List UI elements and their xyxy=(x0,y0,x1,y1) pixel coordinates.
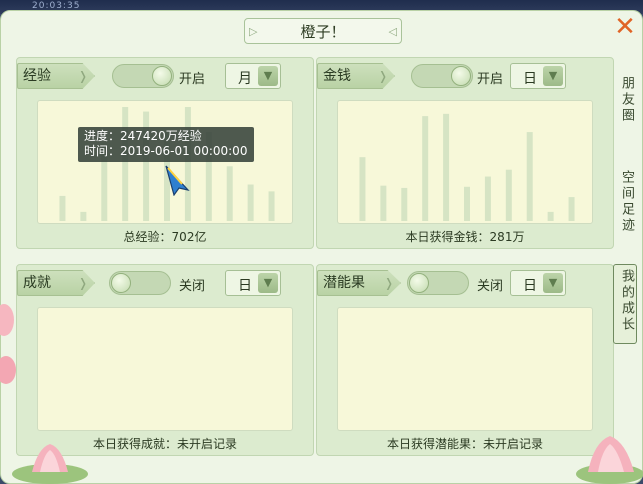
panel-potential-fruit: 潜能果 ❭ 关闭 日 ▼ 本日获得潜能果：未开启记录 xyxy=(316,264,614,456)
panel-experience-toggle-label: 开启 xyxy=(179,72,206,87)
chart-bar[interactable] xyxy=(268,191,275,221)
window-title: 橙子！ xyxy=(300,22,346,41)
chevron-down-icon[interactable]: ▼ xyxy=(543,273,563,293)
panel-money-toggle-label: 开启 xyxy=(477,72,504,87)
mouse-cursor-icon xyxy=(165,165,190,196)
chevron-right-icon: ❭ xyxy=(383,276,394,290)
panel-potential-fruit-toggle-label: 关闭 xyxy=(477,279,504,294)
experience-bar-chart xyxy=(59,107,275,221)
chevron-right-icon: ❭ xyxy=(77,69,88,83)
panel-achievement-label: 成就 xyxy=(23,275,51,291)
panel-money-chart xyxy=(337,100,593,224)
title-left-ornament-icon: ▷ xyxy=(249,25,258,38)
chart-bar[interactable] xyxy=(80,211,87,221)
chart-bar[interactable] xyxy=(484,176,491,221)
toggle-knob xyxy=(409,273,429,293)
toggle-knob xyxy=(111,273,131,293)
panel-money-label: 金钱 xyxy=(323,68,351,84)
panel-money-period-select[interactable]: 日 ▼ xyxy=(510,63,566,89)
panel-potential-fruit-toggle[interactable] xyxy=(407,271,469,295)
panel-potential-fruit-chart xyxy=(337,307,593,431)
money-bar-chart xyxy=(359,113,575,221)
window-title-tab: ▷ 橙子！ ◁ xyxy=(244,18,402,44)
chart-bar[interactable] xyxy=(247,184,254,221)
panel-experience-label: 经验 xyxy=(23,68,51,84)
chevron-down-icon[interactable]: ▼ xyxy=(258,273,278,293)
chevron-right-icon: ❭ xyxy=(77,276,88,290)
panel-money-summary: 本日获得金钱：281万 xyxy=(405,230,525,244)
chart-bar[interactable] xyxy=(380,185,387,221)
panel-achievement-period-select[interactable]: 日 ▼ xyxy=(225,270,281,296)
panel-money: 金钱 ❭ 开启 日 ▼ 本日获得金钱：281万 xyxy=(316,57,614,249)
panel-experience-period-select[interactable]: 月 ▼ xyxy=(225,63,281,89)
close-icon[interactable]: ✕ xyxy=(612,14,638,40)
chart-bar[interactable] xyxy=(122,107,129,221)
panel-experience-summary: 总经验：702亿 xyxy=(123,230,207,244)
panel-achievement-tag: 成就 ❭ xyxy=(17,270,95,296)
panel-potential-fruit-period-select[interactable]: 日 ▼ xyxy=(510,270,566,296)
chevron-right-icon: ❭ xyxy=(377,69,388,83)
tooltip-time: 时间：2019-06-01 00:00:00 xyxy=(84,144,248,158)
period-value: 日 xyxy=(523,278,537,294)
panel-money-toggle[interactable] xyxy=(411,64,473,88)
period-value: 日 xyxy=(238,278,252,294)
toggle-knob xyxy=(152,66,172,86)
panel-experience-toggle[interactable] xyxy=(112,64,174,88)
panel-potential-fruit-tag: 潜能果 ❭ xyxy=(317,270,401,296)
chart-bar[interactable] xyxy=(422,116,429,221)
panel-experience-chart xyxy=(37,100,293,224)
panel-achievement-toggle-label: 关闭 xyxy=(179,279,206,294)
lotus-decoration-icon xyxy=(0,304,16,384)
toggle-knob xyxy=(451,66,471,86)
lotus-flower-icon xyxy=(576,436,643,484)
side-tab-friends-circle[interactable]: 朋友圈 xyxy=(612,76,636,124)
chart-bar[interactable] xyxy=(359,157,366,221)
chevron-down-icon[interactable]: ▼ xyxy=(258,66,278,86)
title-right-ornament-icon: ◁ xyxy=(388,25,397,38)
chart-bar[interactable] xyxy=(59,195,66,221)
chart-bar[interactable] xyxy=(505,169,512,221)
panel-achievement: 成就 ❭ 关闭 日 ▼ 本日获得成就：未开启记录 xyxy=(16,264,314,456)
panel-potential-fruit-label: 潜能果 xyxy=(323,275,365,291)
chart-bar[interactable] xyxy=(464,186,470,221)
chart-bar[interactable] xyxy=(443,113,450,221)
chevron-down-icon[interactable]: ▼ xyxy=(543,66,563,86)
chart-bar[interactable] xyxy=(568,197,575,221)
lotus-flower-icon xyxy=(12,444,88,484)
chart-bar[interactable] xyxy=(226,166,233,221)
panel-achievement-chart xyxy=(37,307,293,431)
panel-achievement-toggle[interactable] xyxy=(109,271,171,295)
panel-experience-tag: 经验 ❭ xyxy=(17,63,95,89)
chart-tooltip: 进度：247420万经验 时间：2019-06-01 00:00:00 xyxy=(78,127,254,162)
chart-bar[interactable] xyxy=(547,211,554,221)
chart-bar[interactable] xyxy=(401,187,408,221)
panel-potential-fruit-summary: 本日获得潜能果：未开启记录 xyxy=(386,437,543,451)
side-tab-my-growth[interactable]: 我的成长 xyxy=(613,264,637,344)
tooltip-progress: 进度：247420万经验 xyxy=(84,129,202,143)
panel-money-tag: 金钱 ❭ xyxy=(317,63,395,89)
chart-bar[interactable] xyxy=(526,132,533,221)
period-value: 月 xyxy=(238,71,252,87)
period-value: 日 xyxy=(523,71,537,87)
side-tab-space-footprints[interactable]: 空间足迹 xyxy=(612,170,636,234)
